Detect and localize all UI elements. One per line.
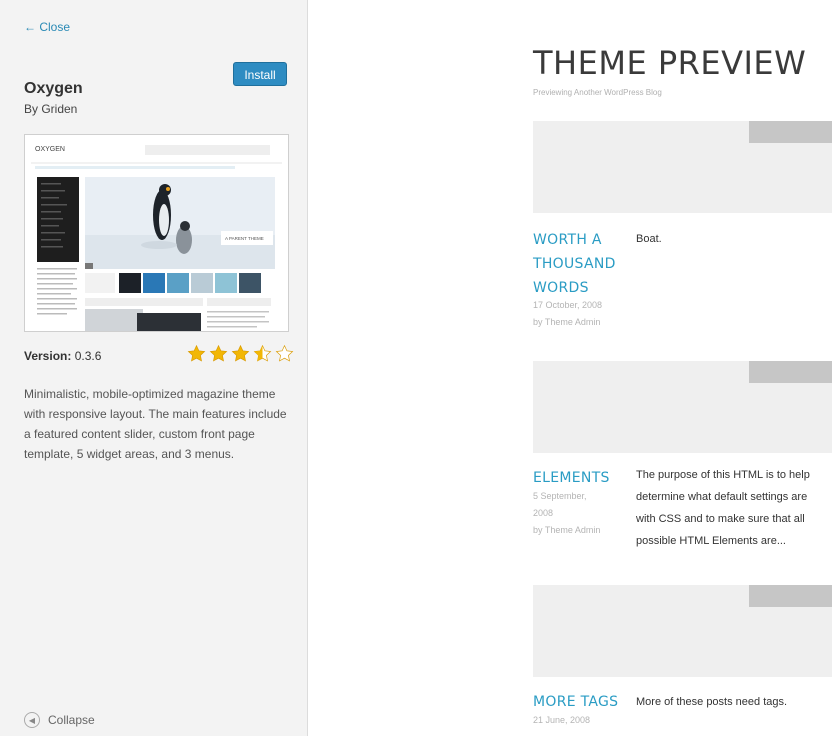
post-excerpt-line: The purpose of this HTML is to help: [636, 469, 810, 481]
post-thumbnail-placeholder: [533, 361, 832, 453]
close-link[interactable]: ← Close: [24, 20, 70, 34]
thumbnail-bar: [749, 585, 832, 607]
collapse-left-icon: ◀: [24, 712, 40, 728]
version-label: Version:: [24, 349, 72, 363]
post-meta: 5 September, 2008 by Theme Admin: [533, 488, 600, 539]
theme-version: Version: 0.3.6: [24, 349, 101, 363]
post-author: by Theme Admin: [533, 317, 601, 327]
star-full-icon: [209, 344, 228, 362]
post-excerpt-line: with CSS and to make sure that all: [636, 513, 805, 525]
theme-name: Oxygen: [24, 80, 83, 97]
collapse-button[interactable]: ◀ Collapse: [24, 712, 95, 728]
collapse-label: Collapse: [48, 713, 95, 727]
post-author: by Theme Admin: [533, 525, 601, 535]
version-value: 0.3.6: [74, 349, 102, 363]
thumbnail-bar: [749, 121, 832, 143]
post-excerpt-line: possible HTML Elements are...: [636, 535, 786, 547]
theme-details-sidebar: ← Close Install Oxygen By Griden OXYGEN: [0, 0, 308, 736]
rating-stars: [186, 344, 295, 366]
post-title[interactable]: MORE TAGS: [533, 690, 618, 714]
thumbnail-bar: [749, 361, 832, 383]
star-full-icon: [231, 344, 250, 362]
preview-title: THEME PREVIEW: [533, 44, 807, 82]
theme-screenshot-image: OXYGEN A PARENT THEME: [25, 135, 288, 331]
post-date: 21 June, 2008: [533, 715, 591, 725]
post-meta: 21 June, 2008: [533, 712, 590, 729]
theme-screenshot: OXYGEN A PARENT THEME: [24, 134, 289, 332]
post-date: 17 October, 2008: [533, 300, 603, 310]
post-title[interactable]: WORTH A THOUSAND WORDS: [533, 228, 616, 300]
post-thumbnail-placeholder: [533, 585, 832, 677]
post-excerpt-line: determine what default settings are: [636, 491, 808, 503]
screenshot-logo: OXYGEN: [35, 146, 65, 153]
theme-author: By Griden: [24, 102, 78, 116]
theme-description: Minimalistic, mobile-optimized magazine …: [24, 387, 287, 461]
star-empty-icon: [275, 344, 294, 362]
post-meta: 17 October, 2008 by Theme Admin: [533, 297, 602, 331]
post-excerpt: More of these posts need tags.: [636, 691, 787, 713]
post-excerpt: Boat.: [636, 228, 662, 250]
post-excerpt-line: Boat.: [636, 233, 662, 245]
star-full-icon: [187, 344, 206, 362]
post-date: 2008: [533, 508, 554, 518]
post-date: 5 September,: [533, 491, 587, 501]
screenshot-caption: A PARENT THEME: [225, 236, 264, 241]
post-thumbnail-placeholder: [533, 121, 832, 213]
post-title-line: WORTH A: [533, 232, 602, 248]
post-excerpt: The purpose of this HTML is to help dete…: [636, 464, 810, 552]
post-title-line: ELEMENTS: [533, 470, 610, 486]
star-half-icon: [253, 344, 272, 362]
post-excerpt-line: More of these posts need tags.: [636, 696, 788, 708]
theme-preview-frame: THEME PREVIEW Previewing Another WordPre…: [309, 0, 832, 736]
preview-subtitle: Previewing Another WordPress Blog: [533, 88, 662, 97]
post-title-line: THOUSAND: [533, 256, 616, 272]
post-title-line: MORE TAGS: [533, 694, 619, 710]
post-title[interactable]: ELEMENTS: [533, 466, 610, 490]
install-button[interactable]: Install: [233, 62, 287, 86]
